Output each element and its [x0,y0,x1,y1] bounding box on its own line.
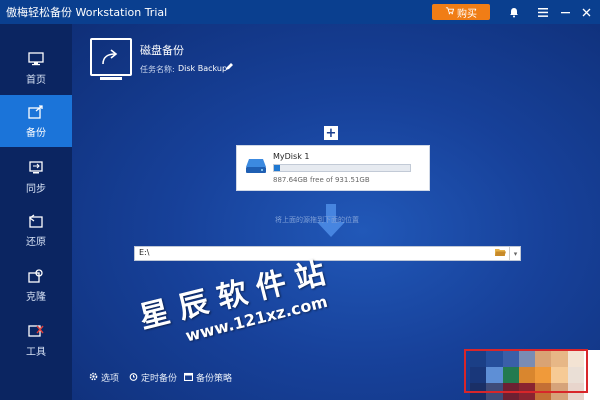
notification-bell-icon[interactable] [506,4,522,20]
minimize-icon[interactable] [557,4,573,20]
disk-backup-icon [90,38,132,76]
sidebar-item-label: 还原 [26,236,46,248]
options-link[interactable]: 选项 [89,371,119,384]
sidebar-item-label: 备份 [26,127,46,139]
sidebar-item-label: 克隆 [26,291,46,303]
sidebar-item-tools[interactable]: 工具 [0,314,72,366]
main-panel: 磁盘备份 任务名称: Disk Backup + MyDisk 1 887.64… [72,24,600,400]
app-title: 傲梅轻松备份 Workstation Trial [6,6,168,19]
monitor-stand [100,77,122,80]
strategy-label: 备份策略 [196,374,233,384]
alarm-clock-icon [129,372,138,384]
cart-icon [445,6,455,18]
chevron-down-icon[interactable]: ▾ [509,247,521,260]
sidebar-item-sync[interactable]: 同步 [0,151,72,203]
drag-hint-text: 将上面的源拖到下面的位置 [275,216,359,224]
task-name-value: Disk Backup [178,64,228,73]
title-bar: 傲梅轻松备份 Workstation Trial 购买 [0,0,600,24]
restore-icon [27,213,45,229]
sidebar-item-label: 首页 [26,74,46,86]
sidebar-item-label: 同步 [26,183,46,195]
page-title: 磁盘备份 [140,44,184,57]
highlight-frame [464,349,588,393]
watermark: 星辰软件站 www.121xz.com [134,246,343,356]
tools-icon [27,323,45,339]
folder-open-icon[interactable] [495,248,506,260]
add-source-button[interactable]: + [324,126,338,140]
sync-icon [27,160,45,176]
options-label: 选项 [101,374,120,384]
sidebar: 首页 备份 同步 还原 克隆 工具 [0,24,72,400]
edit-pencil-icon[interactable] [225,62,234,74]
calendar-icon [183,372,194,384]
buy-label: 购买 [457,8,477,20]
clone-icon [27,268,45,284]
gear-icon [89,372,98,384]
task-name-label: 任务名称: [140,65,175,74]
disk-usage-fill [274,165,281,171]
strategy-link[interactable]: 备份策略 [183,371,233,384]
disk-free-text: 887.64GB free of 931.51GB [273,176,370,184]
buy-button[interactable]: 购买 [432,4,490,20]
close-icon[interactable] [578,4,594,20]
sidebar-item-label: 工具 [26,346,46,358]
menu-icon[interactable] [535,4,551,20]
destination-path: E:\ [139,248,150,257]
disk-usage-bar [273,164,411,172]
sidebar-item-backup[interactable]: 备份 [0,95,72,147]
sidebar-item-restore[interactable]: 还原 [0,204,72,256]
hard-disk-icon [245,158,267,174]
sidebar-item-clone[interactable]: 克隆 [0,259,72,311]
schedule-label: 定时备份 [141,374,178,384]
source-disk-card[interactable]: MyDisk 1 887.64GB free of 931.51GB [236,145,430,191]
disk-name: MyDisk 1 [273,152,310,161]
sidebar-item-home[interactable]: 首页 [0,42,72,94]
monitor-icon [27,51,45,67]
schedule-link[interactable]: 定时备份 [129,371,177,384]
backup-icon [27,104,45,120]
